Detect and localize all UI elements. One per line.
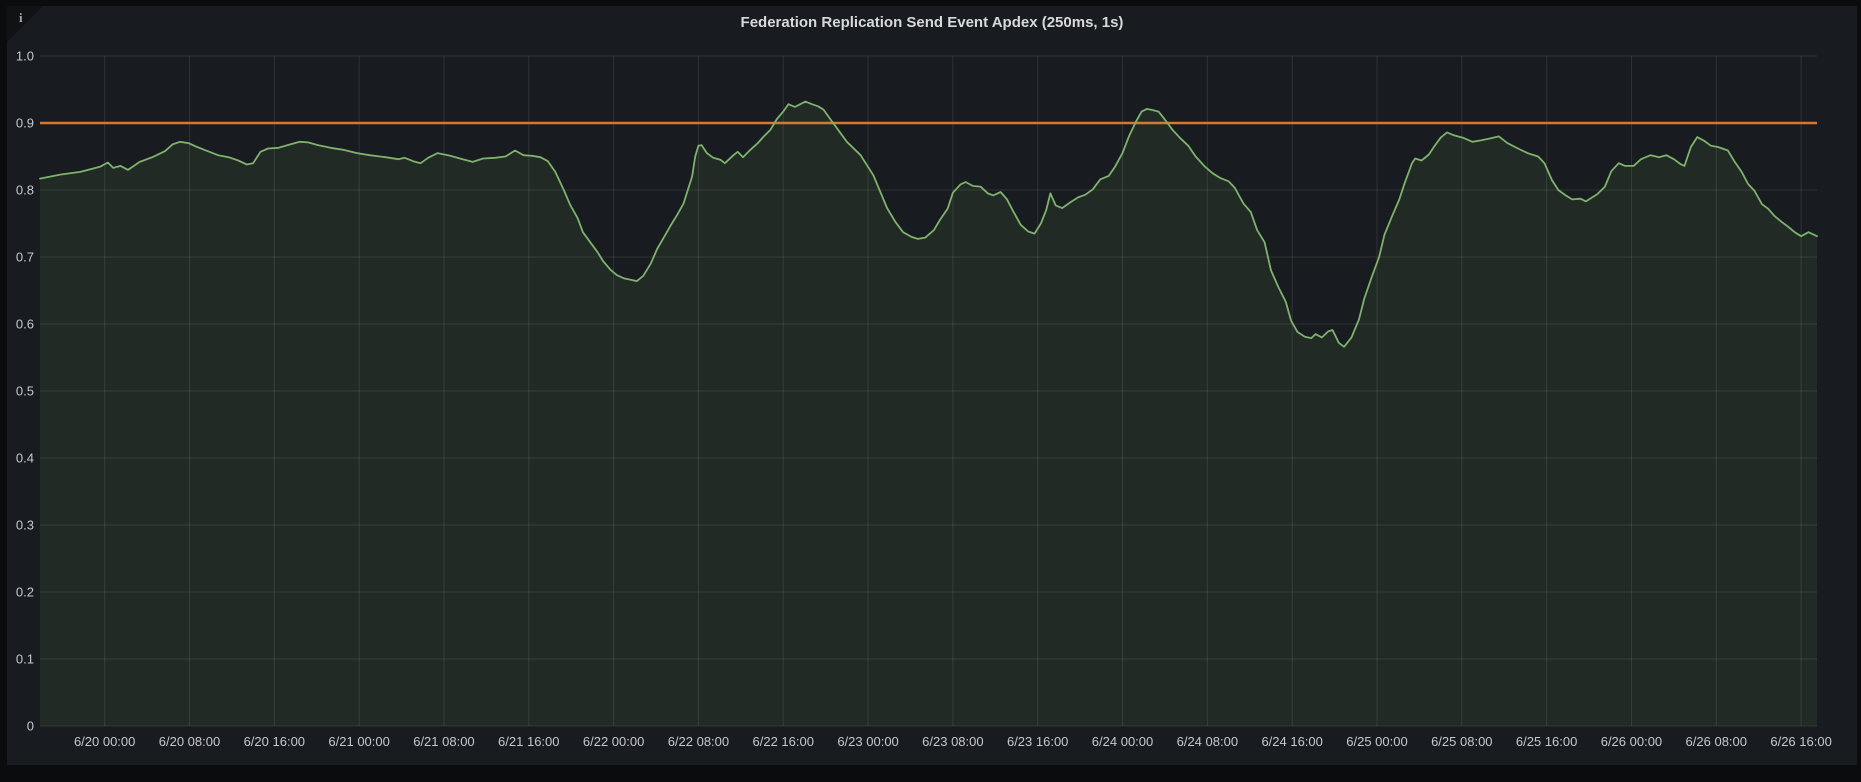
x-tick-label: 6/25 16:00 [1516,734,1577,749]
x-tick-label: 6/25 08:00 [1431,734,1492,749]
x-tick-label: 6/20 00:00 [74,734,135,749]
x-tick-label: 6/20 16:00 [244,734,305,749]
grafana-screen: i Federation Replication Send Event Apde… [0,0,1861,782]
x-tick-label: 6/25 00:00 [1346,734,1407,749]
x-tick-label: 6/23 00:00 [837,734,898,749]
x-tick-label: 6/22 16:00 [753,734,814,749]
y-tick-label: 0.9 [16,116,34,131]
x-tick-label: 6/21 08:00 [413,734,474,749]
x-tick-label: 6/24 16:00 [1261,734,1322,749]
x-tick-label: 6/26 08:00 [1686,734,1747,749]
y-tick-label: 0 [27,719,34,734]
y-tick-label: 0.3 [16,518,34,533]
y-tick-label: 0.1 [16,652,34,667]
x-tick-label: 6/26 00:00 [1601,734,1662,749]
x-tick-label: 6/21 16:00 [498,734,559,749]
y-tick-label: 0.7 [16,250,34,265]
x-tick-label: 6/24 08:00 [1177,734,1238,749]
y-tick-label: 0.8 [16,183,34,198]
y-tick-label: 0.4 [16,451,34,466]
x-tick-label: 6/22 00:00 [583,734,644,749]
x-tick-label: 6/23 08:00 [922,734,983,749]
x-tick-label: 6/21 00:00 [328,734,389,749]
y-tick-label: 0.6 [16,317,34,332]
y-tick-label: 0.2 [16,585,34,600]
y-tick-label: 1.0 [16,49,34,64]
apdex-chart: 1.0 0.9 0.8 0.7 0.6 0.5 0.4 0.3 0.2 0.1 0 6/20 00:0… [0,0,1861,782]
plot-area[interactable] [40,56,1817,726]
x-tick-label: 6/20 08:00 [159,734,220,749]
x-tick-label: 6/22 08:00 [668,734,729,749]
y-tick-label: 0.5 [16,384,34,399]
x-tick-label: 6/26 16:00 [1770,734,1831,749]
x-tick-label: 6/24 00:00 [1092,734,1153,749]
x-tick-label: 6/23 16:00 [1007,734,1068,749]
